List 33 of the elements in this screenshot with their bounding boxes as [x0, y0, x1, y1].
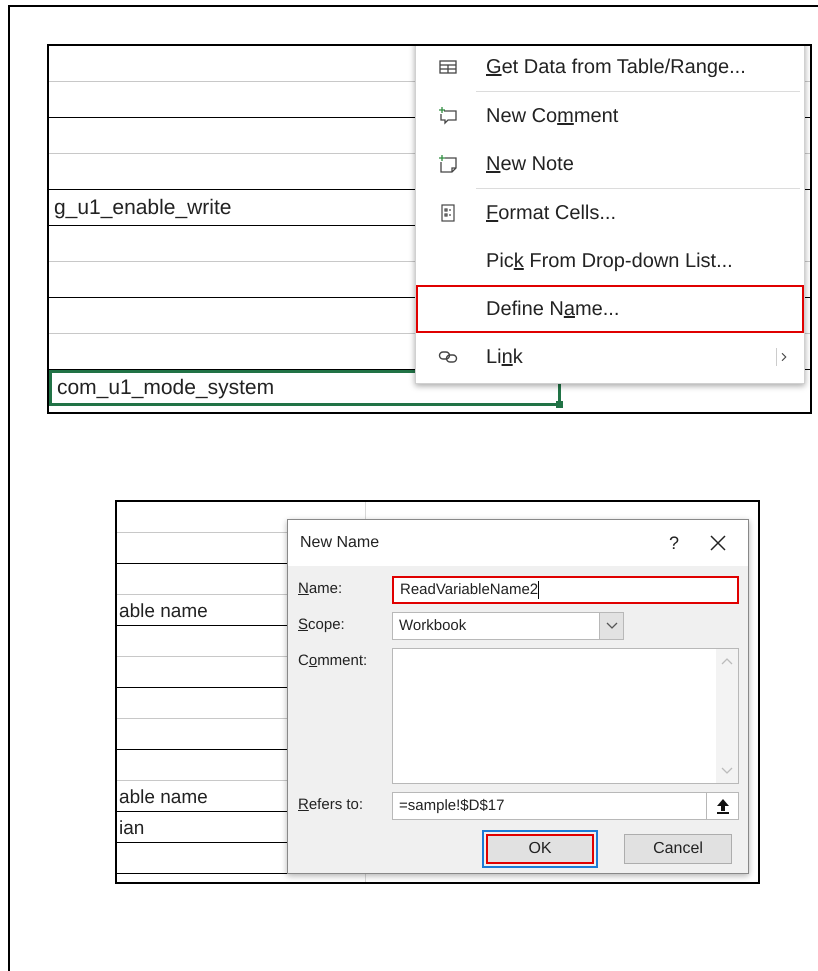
scope-dropdown[interactable]: Workbook — [392, 612, 624, 640]
menu-item[interactable]: Get Data from Table/Range... — [416, 46, 804, 91]
scroll-down-icon[interactable] — [721, 767, 733, 775]
scrollbar[interactable] — [716, 649, 738, 783]
close-icon[interactable] — [710, 535, 726, 551]
name-field[interactable]: ReadVariableName2 — [392, 576, 739, 604]
refers-to-field[interactable]: =sample!$D$17 — [392, 792, 739, 820]
field-label: Refers to: — [298, 795, 364, 815]
menu-item[interactable]: New Note — [416, 140, 804, 188]
cell-text: g_u1_enable_write — [54, 194, 232, 221]
menu-item[interactable]: Define Name... — [416, 285, 804, 333]
fill-handle[interactable] — [556, 401, 563, 408]
cell-text: com_u1_mode_system — [57, 375, 274, 402]
menu-item[interactable]: New Comment — [416, 92, 804, 140]
cell-text: able name — [119, 600, 208, 624]
note-plus-icon — [438, 154, 458, 174]
dialog-button[interactable]: Cancel — [624, 834, 732, 864]
comment-plus-icon — [438, 106, 458, 126]
menu-item[interactable]: Format Cells... — [416, 189, 804, 237]
field-label: Scope: — [298, 615, 346, 635]
submenu-chevron-icon — [776, 348, 788, 366]
cell-text: ian — [119, 817, 144, 841]
dialog-title: New Name — [300, 533, 380, 553]
scroll-up-icon[interactable] — [721, 657, 733, 665]
help-button[interactable]: ? — [654, 530, 694, 556]
dialog-button[interactable]: OK — [486, 834, 594, 864]
dropdown-chevron-icon — [599, 613, 623, 639]
menu-item[interactable]: Pick From Drop-down List... — [416, 237, 804, 285]
field-label: Name: — [298, 579, 344, 599]
cell-text: able name — [119, 786, 208, 810]
field-label: Comment: — [298, 651, 368, 671]
menu-item[interactable]: Link — [416, 333, 804, 381]
comment-field[interactable] — [392, 648, 739, 784]
